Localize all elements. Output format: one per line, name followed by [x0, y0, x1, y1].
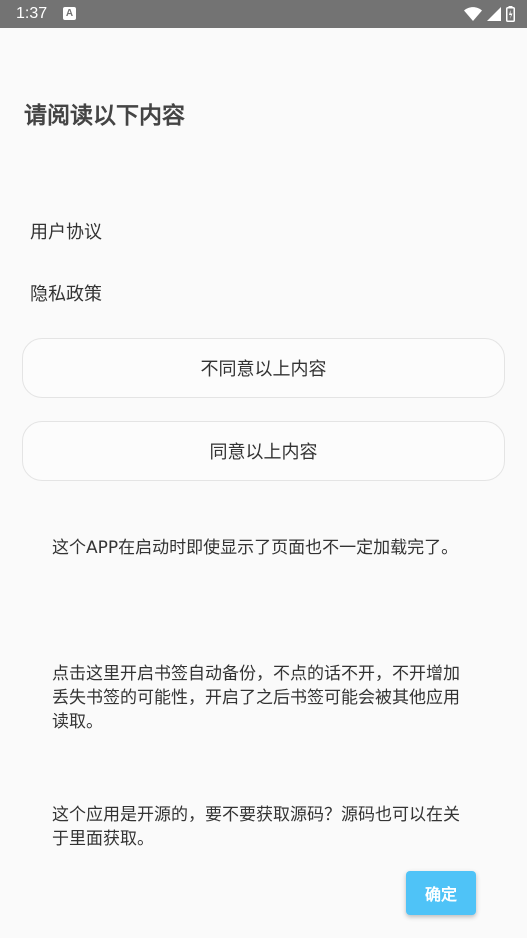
status-time: 1:37 [16, 5, 48, 22]
privacy-policy-link[interactable]: 隐私政策 [30, 283, 102, 307]
page-title: 请阅读以下内容 [24, 103, 185, 129]
agree-button[interactable]: 同意以上内容 [22, 421, 505, 481]
user-agreement-link[interactable]: 用户协议 [30, 221, 102, 245]
confirm-button[interactable]: 确定 [406, 871, 476, 915]
backup-option-text[interactable]: 点击这里开启书签自动备份，不点的话不开，不开增加丢失书签的可能性，开启了之后书签… [52, 662, 472, 734]
wifi-icon [464, 7, 482, 21]
disagree-button[interactable]: 不同意以上内容 [22, 338, 505, 398]
battery-icon [506, 6, 515, 22]
status-bar: 1:37 A [0, 0, 527, 28]
loading-notice-text: 这个APP在启动时即使显示了页面也不一定加载完了。 [52, 538, 459, 558]
cellular-signal-icon [487, 7, 501, 21]
source-code-option-text[interactable]: 这个应用是开源的，要不要获取源码？源码也可以在关于里面获取。 [52, 803, 472, 851]
status-icons [464, 5, 515, 23]
app-notification-icon: A [63, 7, 76, 20]
